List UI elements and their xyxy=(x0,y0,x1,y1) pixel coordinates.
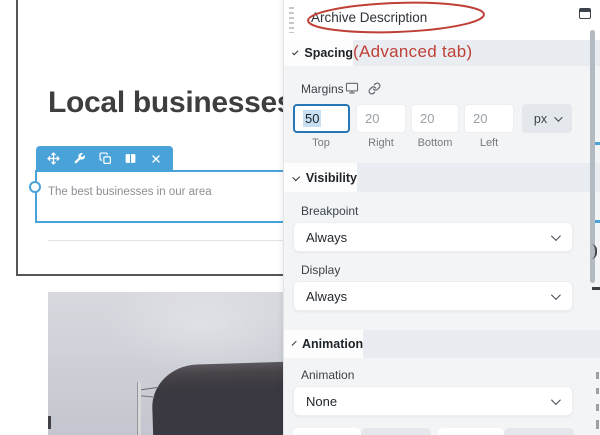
move-icon[interactable] xyxy=(47,152,60,165)
content-divider xyxy=(48,240,283,241)
section-tab-animation: Animation xyxy=(284,330,363,358)
photo-wire xyxy=(141,395,155,397)
margin-bottom-input[interactable]: 20 xyxy=(411,104,459,133)
link-values-icon[interactable] xyxy=(368,82,381,100)
partial-field-unit[interactable] xyxy=(504,428,574,435)
obscured-content-fragment xyxy=(596,372,599,379)
obscured-content-fragment xyxy=(595,220,600,223)
section-title: Animation xyxy=(302,337,363,351)
display-label: Display xyxy=(301,263,340,277)
close-icon[interactable] xyxy=(150,153,162,165)
section-tab-spacing: Spacing xyxy=(284,40,353,66)
obscured-content-fragment xyxy=(595,142,600,145)
wrench-icon[interactable] xyxy=(73,152,86,165)
breakpoint-label: Breakpoint xyxy=(301,204,358,218)
obscured-content-fragment xyxy=(596,388,599,394)
section-tab-visibility: Visibility xyxy=(284,163,357,192)
responsive-monitor-icon[interactable] xyxy=(345,81,359,100)
duplicate-icon[interactable] xyxy=(99,152,112,165)
panel-header: Archive Description xyxy=(284,0,600,40)
margin-right-label: Right xyxy=(368,137,394,149)
margin-left-input[interactable]: 20 xyxy=(464,104,514,133)
unit-select[interactable]: px xyxy=(522,104,572,133)
settings-panel: Archive Description Spacing (Advanced ta… xyxy=(283,0,600,435)
obscured-content-fragment xyxy=(596,404,599,411)
columns-icon[interactable] xyxy=(124,152,137,165)
margin-bottom-label: Bottom xyxy=(418,137,453,149)
margin-top-input[interactable]: 50 xyxy=(293,104,350,133)
photo-smudge xyxy=(48,416,51,429)
display-select[interactable]: Always xyxy=(293,281,573,311)
chevron-down-icon xyxy=(292,49,299,56)
section-title: Visibility xyxy=(306,171,357,185)
module-toolbar xyxy=(36,146,173,171)
annotation-advanced-tab: (Advanced tab) xyxy=(353,42,473,62)
page-heading: Local businesses xyxy=(48,86,293,120)
partial-field-input[interactable] xyxy=(438,428,504,435)
obscured-content-fragment xyxy=(592,287,600,290)
chevron-down-icon xyxy=(292,341,297,346)
module-drag-handle[interactable] xyxy=(29,181,41,193)
partial-field-input[interactable] xyxy=(293,428,361,435)
animation-label: Animation xyxy=(301,368,354,382)
section-title: Spacing xyxy=(304,46,353,60)
margin-right-input[interactable]: 20 xyxy=(356,104,406,133)
margin-top-label: Top xyxy=(312,137,330,149)
section-header-animation[interactable]: Animation xyxy=(284,330,600,358)
drag-grip-icon[interactable] xyxy=(289,7,294,33)
section-header-visibility[interactable]: Visibility xyxy=(284,163,600,192)
module-text[interactable]: The best businesses in our area xyxy=(48,186,212,198)
obscured-content-fragment xyxy=(596,420,599,429)
chevron-down-icon xyxy=(551,231,561,241)
margin-left-label: Left xyxy=(480,137,498,149)
breakpoint-select[interactable]: Always xyxy=(293,222,573,252)
panel-title: Archive Description xyxy=(311,10,427,25)
partial-field-unit[interactable] xyxy=(361,428,431,435)
builder-screen: Local businesses xyxy=(0,0,600,435)
chevron-down-icon xyxy=(292,173,300,181)
chevron-down-icon xyxy=(554,113,562,121)
animation-select[interactable]: None xyxy=(293,386,573,416)
margins-label: Margins xyxy=(301,82,344,96)
window-pin-icon[interactable] xyxy=(579,8,591,19)
chevron-down-icon xyxy=(551,290,561,300)
chevron-down-icon xyxy=(551,395,561,405)
